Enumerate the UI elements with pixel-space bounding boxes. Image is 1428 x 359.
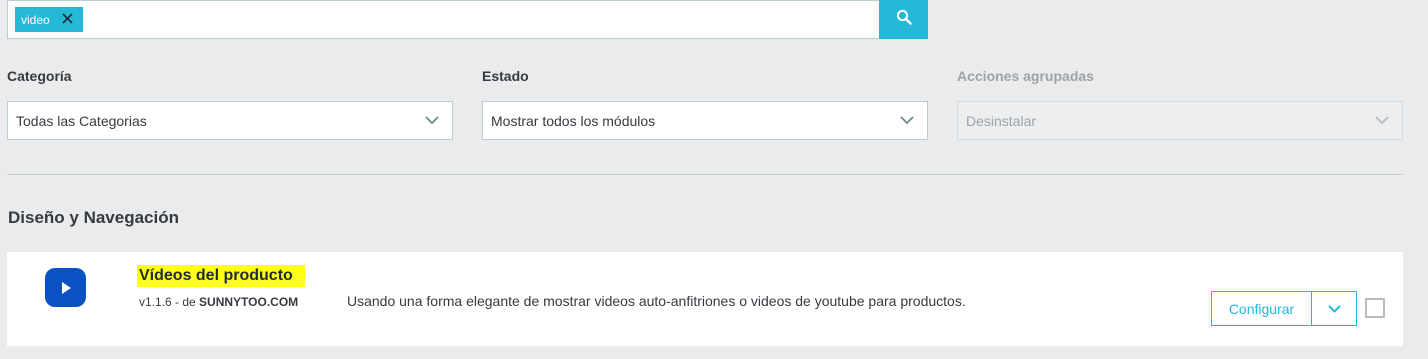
status-select[interactable]: Mostrar todos los módulos [482, 101, 928, 140]
chevron-down-icon [425, 116, 439, 125]
search-input[interactable]: video [7, 0, 879, 39]
module-version: v1.1.6 - de SUNNYTOO.COM [139, 295, 298, 309]
category-label: Categoría [7, 68, 72, 84]
search-button[interactable] [879, 0, 928, 39]
status-label: Estado [482, 68, 529, 84]
module-select-checkbox[interactable] [1365, 298, 1385, 318]
category-filter: Categoría Todas las Categorias [7, 68, 453, 140]
module-name[interactable]: Vídeos del producto [137, 265, 305, 287]
bulk-actions-label: Acciones agrupadas [957, 68, 1094, 84]
module-description: Usando una forma elegante de mostrar vid… [347, 293, 966, 309]
module-author: SUNNYTOO.COM [199, 295, 299, 309]
module-card: Vídeos del producto v1.1.6 - de SUNNYTOO… [7, 252, 1403, 346]
category-select-value: Todas las Categorias [16, 112, 147, 129]
chevron-down-icon [1327, 300, 1341, 318]
search-icon [896, 9, 912, 30]
status-filter: Estado Mostrar todos los módulos [482, 68, 928, 140]
bulk-actions-filter: Acciones agrupadas Desinstalar [957, 68, 1403, 140]
category-select[interactable]: Todas las Categorias [7, 101, 453, 140]
section-divider [7, 174, 1403, 175]
actions-dropdown-button[interactable] [1312, 292, 1356, 325]
status-select-value: Mostrar todos los módulos [491, 112, 656, 129]
bulk-actions-select-value: Desinstalar [966, 112, 1037, 129]
search-tag-label: video [21, 12, 50, 27]
configure-button[interactable]: Configurar [1212, 292, 1312, 325]
play-icon [45, 268, 86, 307]
module-action-group: Configurar [1211, 291, 1357, 326]
search-tag: video [15, 7, 83, 32]
close-icon[interactable] [62, 12, 73, 27]
section-title: Diseño y Navegación [8, 208, 180, 227]
module-search-bar: video [7, 0, 928, 39]
chevron-down-icon [1375, 116, 1389, 125]
bulk-actions-select[interactable]: Desinstalar [957, 101, 1403, 140]
module-version-prefix: v1.1.6 - de [139, 295, 200, 309]
chevron-down-icon [900, 116, 914, 125]
